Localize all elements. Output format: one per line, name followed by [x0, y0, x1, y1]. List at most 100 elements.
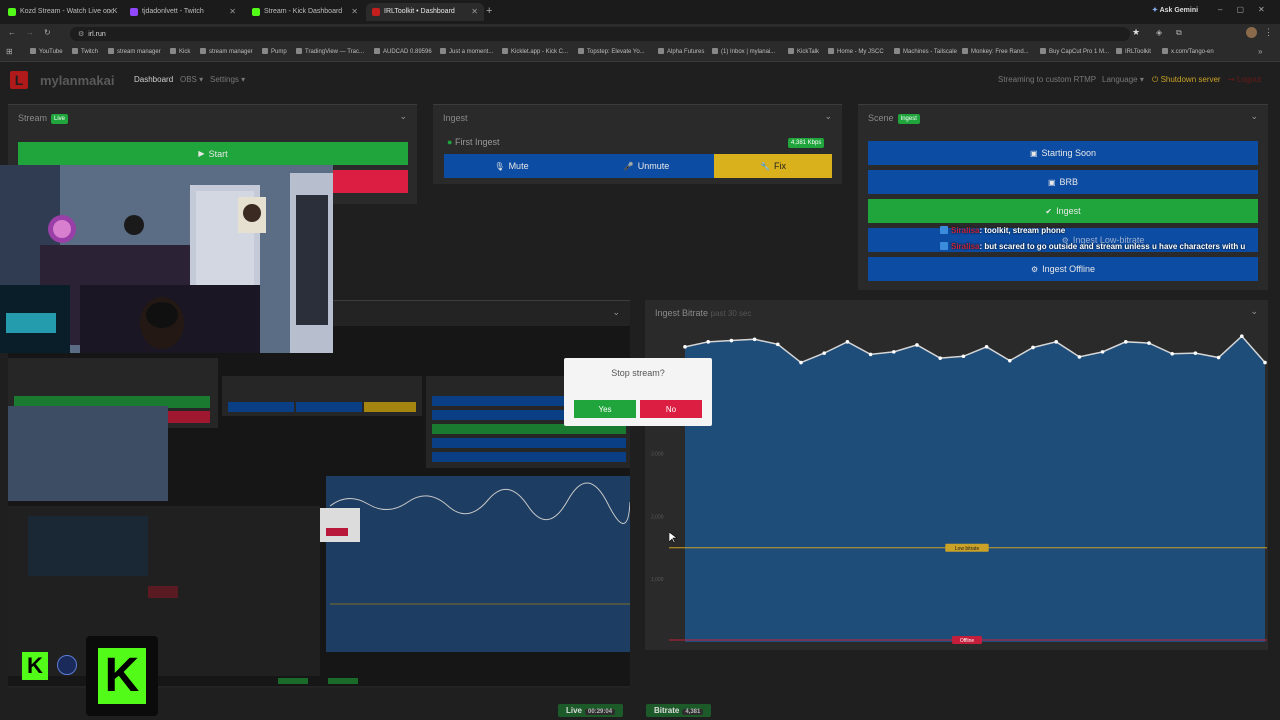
bookmark-kick[interactable]: Kick	[170, 48, 190, 55]
bitrate-point	[1193, 351, 1198, 355]
scene-ingest-offline-button[interactable]: ⚙ Ingest Offline	[868, 257, 1258, 281]
confirm-no-button[interactable]: No	[640, 400, 702, 418]
bookmark-stream-manager[interactable]: stream manager	[108, 48, 161, 55]
bitrate-point	[915, 343, 919, 347]
nav-obs[interactable]: OBS ▾	[180, 75, 203, 84]
stream-panel-title: Stream Live	[18, 113, 69, 124]
bookmark-irltoolkit[interactable]: IRLToolkit	[1116, 48, 1151, 55]
bookmark-star-icon[interactable]: ★	[1132, 27, 1140, 38]
browser-tab-twitch[interactable]: tjdadonlvett - Twitch ✕	[124, 3, 242, 21]
back-icon[interactable]: ←	[8, 28, 16, 37]
reload-icon[interactable]: ↻	[44, 28, 51, 37]
nav-dashboard[interactable]: Dashboard	[134, 75, 173, 84]
close-tab-icon[interactable]: ✕	[351, 7, 358, 16]
apps-grid-icon[interactable]: ⊞	[6, 47, 13, 56]
kick-user-icon	[940, 226, 948, 234]
profile-avatar[interactable]	[1246, 27, 1257, 38]
new-tab-button[interactable]: +	[486, 5, 492, 17]
scene-label: Ingest Offline	[1042, 264, 1096, 274]
browser-tab-irltoolkit[interactable]: IRLToolkit • Dashboard ✕	[366, 3, 484, 21]
scene-panel: Scene Ingest ⌄ ▣ Starting Soon ▣ BRB ✔ Inges…	[858, 104, 1268, 290]
nav-language[interactable]: Language ▾	[1102, 75, 1144, 84]
fix-label: Fix	[773, 161, 786, 171]
fix-button[interactable]: 🔧 Fix	[714, 154, 832, 178]
y-tick-label: 2,000	[651, 514, 664, 520]
bookmark-inbox[interactable]: (1) Inbox | mylanai...	[712, 48, 775, 55]
start-stream-button[interactable]: ▶ Start	[18, 142, 408, 165]
bookmark-stream-manager-2[interactable]: stream manager	[200, 48, 253, 55]
collapse-chevron-icon[interactable]: ⌄	[824, 111, 832, 122]
scene-label: Starting Soon	[1041, 148, 1097, 158]
tab-title: Kozd Stream - Watch Live on K	[20, 8, 118, 15]
kick-favicon-icon	[252, 8, 260, 16]
bookmark-kicktalk[interactable]: KickTalk	[788, 48, 819, 55]
tab-title: tjdadonlvett - Twitch	[142, 8, 204, 15]
bitrate-point	[845, 340, 850, 344]
shutdown-label: Shutdown server	[1160, 75, 1221, 84]
kick-user-icon	[940, 242, 948, 250]
url-input[interactable]: ⚙ irl.run	[70, 27, 1130, 41]
browser-tab-kick-dashboard[interactable]: Stream - Kick Dashboard ✕	[246, 3, 364, 21]
scene-starting-soon-button[interactable]: ▣ Starting Soon	[868, 141, 1258, 165]
logout-button[interactable]: ↪ Logout	[1228, 75, 1261, 84]
bookmark-kicklet[interactable]: Kicklet.app - Kick C...	[502, 48, 568, 55]
kick-favicon-icon	[8, 8, 16, 16]
panel-title-text: Scene	[868, 113, 894, 123]
bookmark-just-a-moment[interactable]: Just a moment...	[440, 48, 493, 55]
unmute-button[interactable]: 🎤 Unmute	[579, 154, 714, 178]
close-tab-icon[interactable]: ✕	[229, 7, 236, 16]
shutdown-server-button[interactable]: ⏻ Shutdown server	[1152, 75, 1221, 85]
y-tick-label: 1,000	[651, 577, 664, 583]
bookmark-topstep[interactable]: Topstep: Elevate Yo...	[578, 48, 645, 55]
logout-label: Logout	[1236, 75, 1262, 84]
bookmark-youtube[interactable]: YouTube	[30, 48, 63, 55]
scene-brb-button[interactable]: ▣ BRB	[868, 170, 1258, 194]
bookmark-alpha-futures[interactable]: Alpha Futures	[658, 48, 704, 55]
scene-ingest-button[interactable]: ✔ Ingest	[868, 199, 1258, 223]
mic-muted-icon: 🎙	[494, 161, 505, 171]
bookmark-twitch[interactable]: Twitch	[72, 48, 98, 55]
collapse-chevron-icon[interactable]: ⌄	[399, 111, 407, 122]
nav-settings[interactable]: Settings ▾	[210, 75, 245, 84]
forward-icon[interactable]: →	[26, 28, 34, 37]
bookmark-pump[interactable]: Pump	[262, 48, 287, 55]
power-icon: ⏻	[1152, 75, 1159, 84]
ingest-panel-title: Ingest	[443, 113, 468, 123]
ask-gemini-label: Ask Gemini	[1159, 7, 1199, 14]
bookmark-x-tango[interactable]: x.com/Tango-en	[1162, 48, 1214, 55]
bitrate-point	[892, 350, 896, 354]
ask-gemini-button[interactable]: ✦ Ask Gemini	[1152, 6, 1198, 14]
bitrate-point	[752, 337, 757, 342]
browser-tab-kick-stream[interactable]: Kozd Stream - Watch Live on K ✕	[2, 3, 120, 21]
close-tab-icon[interactable]: ✕	[471, 7, 478, 16]
extension-icon[interactable]: ◈	[1156, 28, 1162, 37]
obs-preview-recursive-frame	[8, 326, 631, 686]
threshold-label: Low bitrate	[955, 546, 980, 552]
bitrate-value: 4,381	[682, 709, 704, 715]
bookmark-tailscale[interactable]: Machines - Tailscale	[894, 48, 957, 55]
browser-menu-icon[interactable]: ⋮	[1264, 27, 1273, 38]
live-status-badge: Live 00:29:04	[558, 704, 624, 717]
confirm-yes-button[interactable]: Yes	[574, 400, 636, 418]
collapse-chevron-icon[interactable]: ⌄	[612, 307, 620, 318]
bookmark-monkey[interactable]: Monkey: Free Rand...	[962, 48, 1029, 55]
bitrate-point	[729, 338, 734, 343]
video-camera-icon: ▶	[198, 149, 205, 158]
bitrate-point	[683, 345, 687, 349]
site-info-icon[interactable]: ⚙	[78, 31, 84, 38]
bookmark-audcad[interactable]: AUDCAD 0.89596	[374, 48, 432, 55]
more-bookmarks-icon[interactable]: »	[1258, 47, 1262, 56]
mute-label: Mute	[508, 161, 529, 171]
bookmark-capcut[interactable]: Buy CapCut Pro 1 M...	[1040, 48, 1109, 55]
bitrate-point	[961, 354, 966, 359]
ingest-bitrate-panel: Ingest Bitrate past 30 sec ⌄ 1,000 2,000 3…	[645, 300, 1268, 650]
chat-message: Siralisa: but scared to go outside and s…	[940, 242, 1245, 251]
bookmark-tradingview[interactable]: TradingView — Trac...	[296, 48, 364, 55]
extensions-puzzle-icon[interactable]: ⧉	[1176, 28, 1182, 38]
window-controls[interactable]: –▢✕	[1218, 5, 1279, 14]
bitrate-point	[1100, 350, 1105, 354]
bookmark-jscc[interactable]: Home - My JSCC	[828, 48, 884, 55]
collapse-chevron-icon[interactable]: ⌄	[1250, 111, 1258, 122]
close-tab-icon[interactable]: ✕	[107, 7, 114, 16]
mute-button[interactable]: 🎙 Mute	[444, 154, 579, 178]
